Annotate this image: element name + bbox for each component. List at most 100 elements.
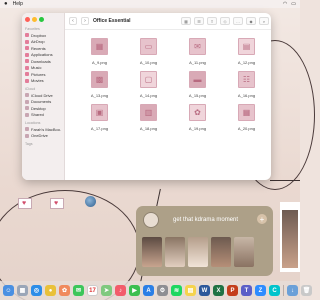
- file-item[interactable]: ▭ A_10.png: [132, 38, 165, 65]
- folder-icon: [25, 72, 29, 77]
- thumbnail-glyph: ▣: [95, 108, 104, 117]
- search-button[interactable]: ⌕: [259, 17, 269, 25]
- file-item[interactable]: ▦ A_9.png: [83, 38, 116, 65]
- maps-icon[interactable]: ➤: [101, 285, 112, 296]
- file-item[interactable]: ▩ A_13.png: [83, 71, 116, 98]
- finder-main: ‹ › Office Essential ▦ ☰ ⇪ ◇ … ◆ ⌕ ▦ A_9.…: [65, 13, 271, 180]
- photo-thumbnail[interactable]: [211, 237, 231, 267]
- thumbnail-glyph: ▬: [193, 75, 202, 84]
- powerpoint-icon[interactable]: P: [227, 285, 238, 296]
- add-button[interactable]: +: [257, 214, 267, 224]
- settings-icon[interactable]: ⚙: [157, 285, 168, 296]
- sidebar-item-label: Music: [31, 65, 42, 71]
- sidebar-item-label: Applications: [31, 52, 53, 58]
- minimize-button[interactable]: [32, 17, 37, 22]
- apple-menu-icon[interactable]: ●: [4, 1, 8, 7]
- dropbox-icon: ◆: [249, 18, 253, 24]
- sidebar-item-label: Recents: [31, 45, 46, 51]
- sidebar-item-label: Dropbox: [31, 32, 47, 38]
- photo-widget[interactable]: get that kdrama moment +: [136, 206, 273, 276]
- file-item[interactable]: ✉ A_11.png: [181, 38, 214, 65]
- sidebar-item-label: iCloud Drive: [31, 92, 53, 98]
- close-button[interactable]: [25, 17, 30, 22]
- folder-icon: [25, 65, 29, 70]
- wifi-icon[interactable]: ◠: [283, 1, 287, 7]
- window-controls: [25, 17, 61, 22]
- spotify-icon[interactable]: ≋: [171, 285, 182, 296]
- tag-button[interactable]: ◇: [220, 17, 230, 25]
- sidebar-item-farah-s-macboo[interactable]: Farah's MacBoo...: [25, 126, 61, 133]
- launchpad-icon[interactable]: ▦: [17, 285, 28, 296]
- file-item[interactable]: ✿ A_19.png: [181, 104, 214, 131]
- image-file-icon: ▬: [189, 71, 206, 88]
- folder-icon: [25, 106, 29, 111]
- sidebar-item-movies[interactable]: Movies: [25, 78, 61, 85]
- wallpaper-line: [270, 180, 300, 181]
- trash-icon[interactable]: 🗑: [301, 285, 312, 296]
- image-file-icon: ▣: [91, 104, 108, 121]
- canva-icon[interactable]: C: [269, 285, 280, 296]
- desktop-globe[interactable]: [85, 196, 96, 207]
- back-button[interactable]: ‹: [69, 17, 77, 25]
- chrome-icon[interactable]: ●: [45, 285, 56, 296]
- more-button[interactable]: …: [233, 17, 243, 25]
- word-icon[interactable]: W: [199, 285, 210, 296]
- image-file-icon: ☷: [238, 71, 255, 88]
- facetime-icon[interactable]: ▶: [129, 285, 140, 296]
- view-mode-button[interactable]: ▦: [181, 17, 191, 25]
- chevron-right-icon: ›: [84, 18, 86, 24]
- image-file-icon: ▦: [91, 38, 108, 55]
- file-item[interactable]: ▣ A_17.png: [83, 104, 116, 131]
- photo-thumbnail[interactable]: [142, 237, 162, 267]
- safari-icon[interactable]: ◎: [31, 285, 42, 296]
- notes-icon[interactable]: ▤: [185, 285, 196, 296]
- thumbnail-glyph: ▦: [242, 108, 251, 117]
- excel-icon[interactable]: X: [213, 285, 224, 296]
- thumbnail-glyph: ▤: [242, 42, 251, 51]
- photos-icon[interactable]: ✿: [59, 285, 70, 296]
- file-item[interactable]: ☷ A_16.png: [230, 71, 263, 98]
- finder-icon[interactable]: ☺: [3, 285, 14, 296]
- image-file-icon: ✿: [189, 104, 206, 121]
- file-grid: ▦ A_9.png ▭ A_10.png ✉ A_11.png ▤ A_12.png ▩ A_13…: [65, 30, 271, 180]
- polaroid-photo[interactable]: [280, 202, 300, 272]
- battery-icon[interactable]: ▭: [291, 1, 296, 7]
- finder-window: Favorites Dropbox AirDrop Recents Applicati…: [22, 13, 271, 180]
- desktop-file[interactable]: ♥: [18, 198, 32, 210]
- file-item[interactable]: ▤ A_12.png: [230, 38, 263, 65]
- downloads-icon[interactable]: ↓: [287, 285, 298, 296]
- music-icon[interactable]: ♪: [115, 285, 126, 296]
- sidebar-item-shared[interactable]: Shared: [25, 112, 61, 119]
- file-item[interactable]: ▦ A_20.png: [230, 104, 263, 131]
- avatar: [143, 212, 159, 228]
- thumbnail-glyph: ▥: [144, 108, 153, 117]
- folder-title: Office Essential: [93, 18, 131, 24]
- folder-icon: [25, 33, 29, 38]
- photo-thumbnail[interactable]: [234, 237, 254, 267]
- folder-icon: [25, 133, 29, 138]
- photo-thumbnail[interactable]: [165, 237, 185, 267]
- share-button[interactable]: ⇪: [207, 17, 217, 25]
- file-item[interactable]: ▢ A_14.png: [132, 71, 165, 98]
- dropbox-button[interactable]: ◆: [246, 17, 256, 25]
- sidebar-item-label: Movies: [31, 78, 44, 84]
- appstore-icon[interactable]: A: [143, 285, 154, 296]
- photo-thumbnail[interactable]: [188, 237, 208, 267]
- messages-icon[interactable]: ✉: [73, 285, 84, 296]
- calendar-icon[interactable]: 17: [87, 285, 98, 296]
- sidebar-item-onedrive[interactable]: OneDrive: [25, 133, 61, 140]
- finder-sidebar: Favorites Dropbox AirDrop Recents Applicati…: [22, 13, 65, 180]
- zoom-button[interactable]: [39, 17, 44, 22]
- group-button[interactable]: ☰: [194, 17, 204, 25]
- sidebar-item-label: AirDrop: [31, 39, 45, 45]
- zoom-icon[interactable]: Z: [255, 285, 266, 296]
- file-item[interactable]: ▥ A_18.png: [132, 104, 165, 131]
- list-icon: ☰: [197, 18, 201, 24]
- teams-icon[interactable]: T: [241, 285, 252, 296]
- desktop-file[interactable]: ♥: [50, 198, 64, 210]
- sidebar-item-label: Shared: [31, 112, 44, 118]
- image-file-icon: ▭: [140, 38, 157, 55]
- menu-item-help[interactable]: Help: [13, 1, 23, 7]
- forward-button[interactable]: ›: [81, 17, 89, 25]
- file-item[interactable]: ▬ A_15.png: [181, 71, 214, 98]
